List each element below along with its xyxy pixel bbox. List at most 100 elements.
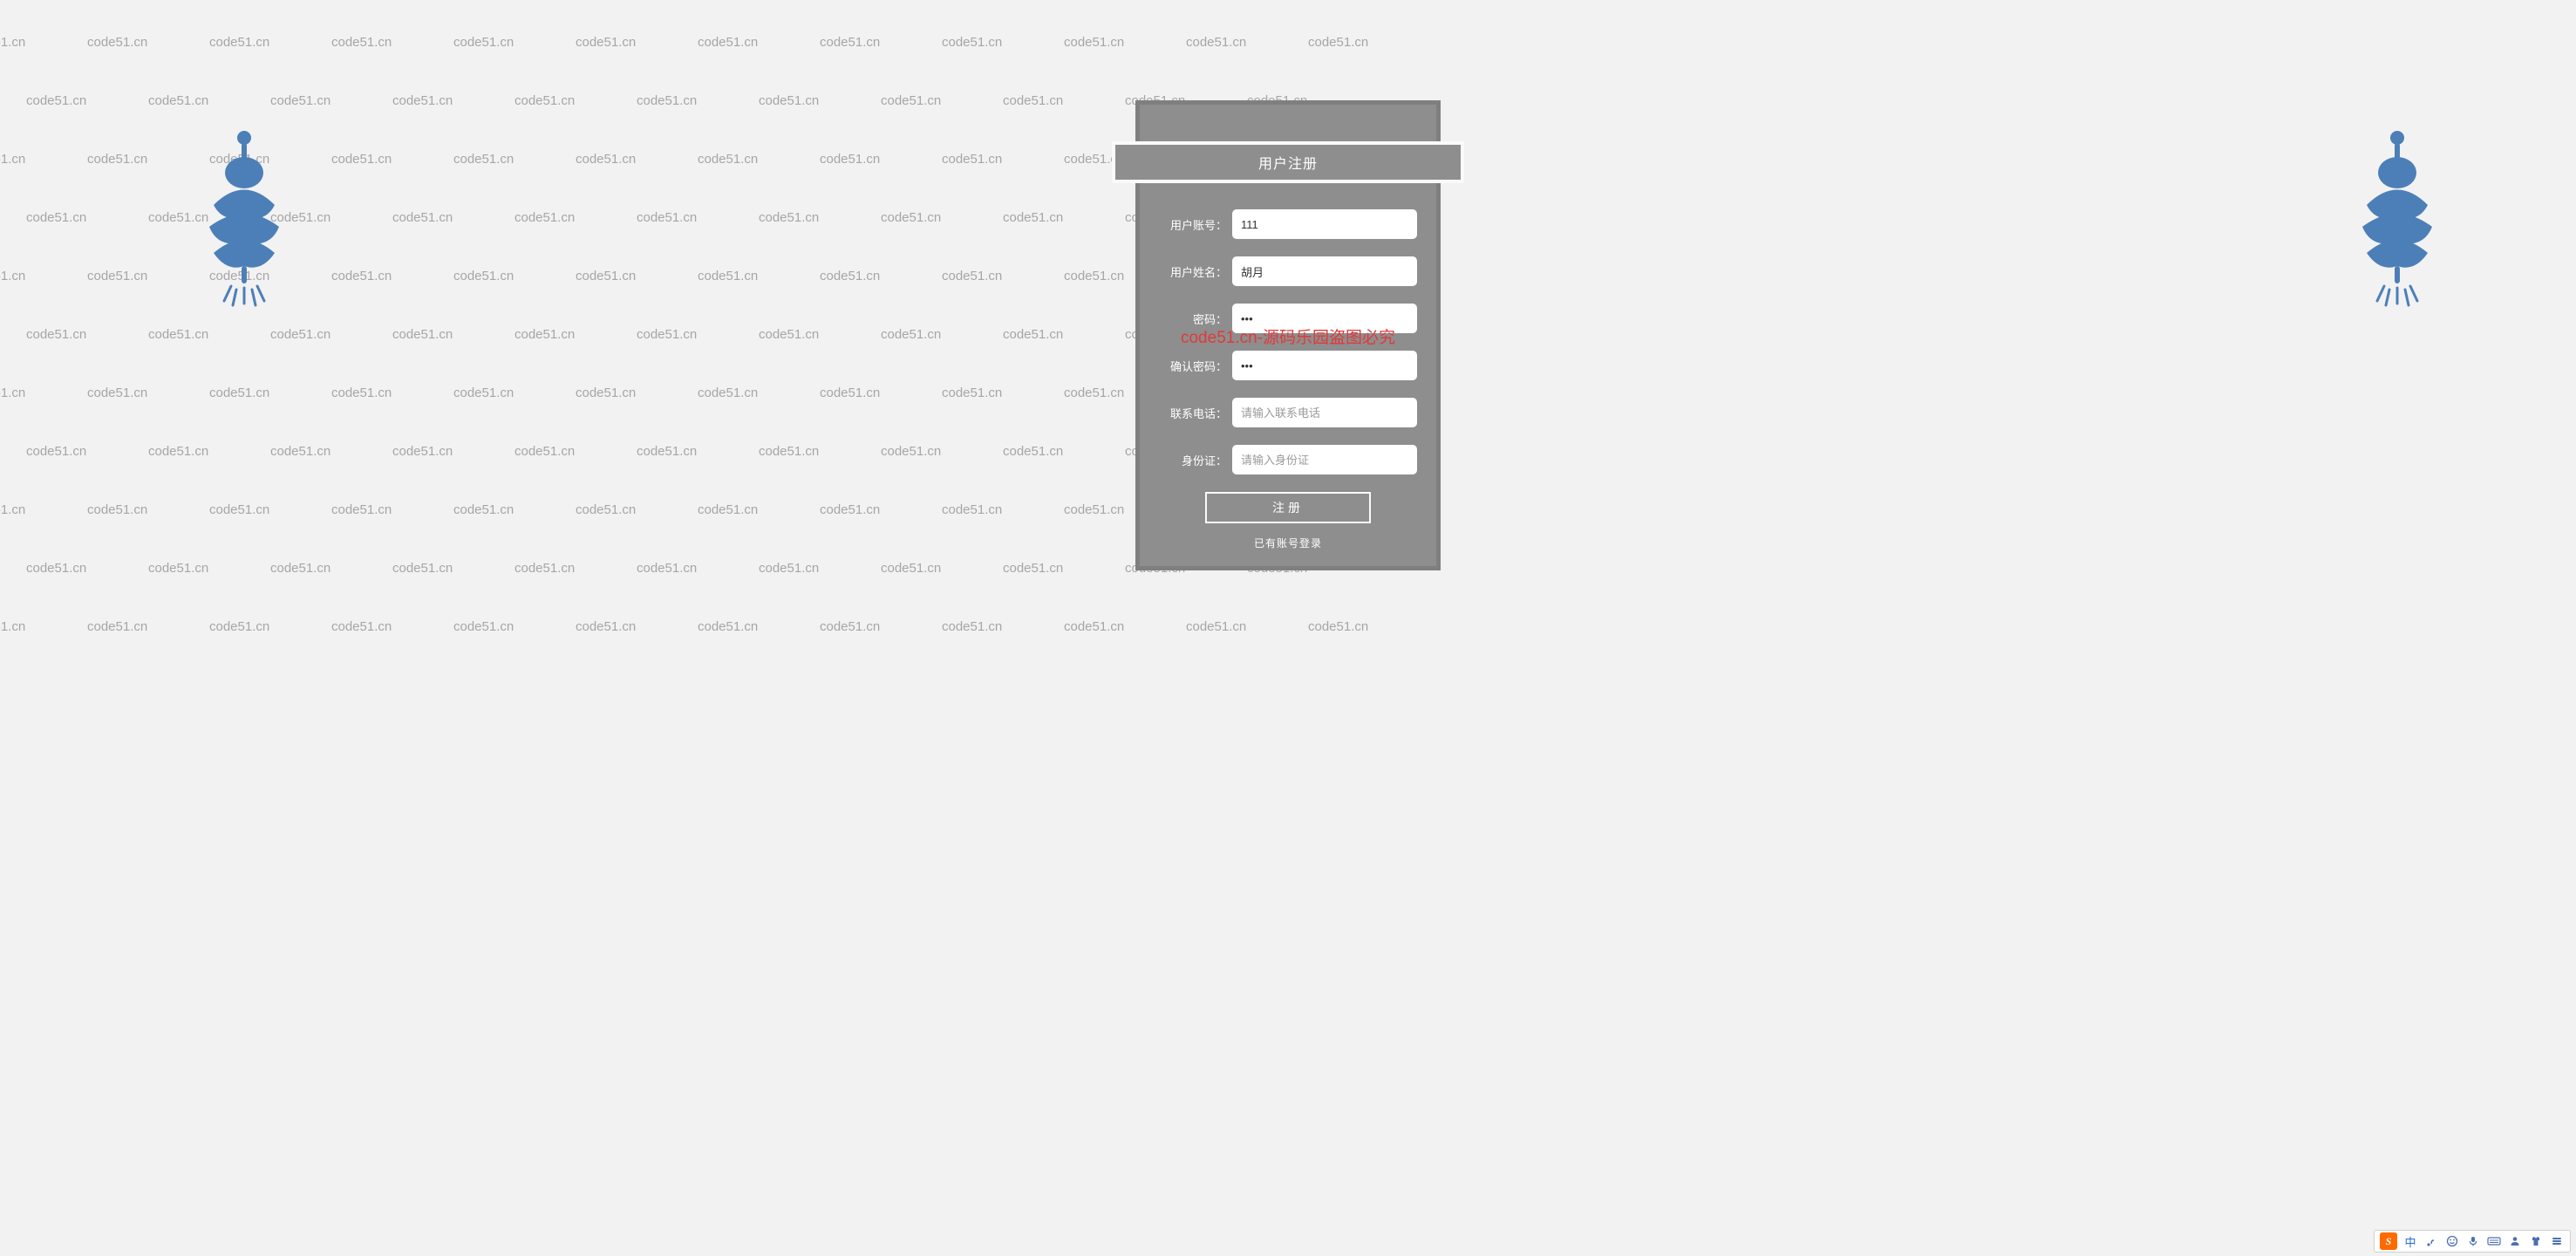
- watermark-text: code51.cn: [576, 619, 636, 634]
- watermark-text: code51.cn: [820, 386, 880, 400]
- watermark-text: code51.cn: [331, 386, 392, 400]
- watermark-text: code51.cn: [1003, 561, 1063, 576]
- row-name: 用户姓名：: [1159, 256, 1417, 286]
- label-phone: 联系电话：: [1159, 405, 1232, 421]
- watermark-text: code51.cn: [576, 386, 636, 400]
- sogou-ime-icon[interactable]: S: [2380, 1232, 2397, 1250]
- watermark-text: code51.cn: [881, 561, 941, 576]
- watermark-text: code51.cn: [1308, 619, 1368, 634]
- row-idcard: 身份证：: [1159, 445, 1417, 474]
- watermark-text: code51.cn: [331, 619, 392, 634]
- watermark-text: code51.cn: [26, 327, 86, 342]
- watermark-text: code51.cn: [1064, 619, 1124, 634]
- watermark-text: code51.cn: [1003, 93, 1063, 108]
- watermark-text: code51.cn: [148, 561, 208, 576]
- skin-icon[interactable]: [2528, 1233, 2544, 1249]
- watermark-text: code51.cn: [0, 619, 25, 634]
- watermark-text: code51.cn: [759, 210, 819, 225]
- watermark-text: code51.cn: [820, 502, 880, 517]
- watermark-text: code51.cn: [87, 386, 147, 400]
- watermark-text: code51.cn: [515, 444, 575, 459]
- emoji-icon[interactable]: [2444, 1233, 2460, 1249]
- watermark-text: code51.cn: [209, 269, 269, 283]
- label-account: 用户账号：: [1159, 216, 1232, 233]
- watermark-text: code51.cn: [392, 210, 453, 225]
- watermark-text: code51.cn: [637, 444, 697, 459]
- watermark-text: code51.cn: [820, 152, 880, 167]
- watermark-text: code51.cn: [392, 93, 453, 108]
- watermark-text: code51.cn: [270, 210, 331, 225]
- watermark-text: code51.cn: [392, 444, 453, 459]
- watermark-text: code51.cn: [0, 386, 25, 400]
- watermark-text: code51.cn: [453, 152, 514, 167]
- watermark-text: code51.cn: [1003, 327, 1063, 342]
- mic-icon[interactable]: [2465, 1233, 2481, 1249]
- watermark-text: code51.cn: [270, 93, 331, 108]
- watermark-text: code51.cn: [820, 619, 880, 634]
- watermark-text: code51.cn: [26, 561, 86, 576]
- watermark-text: code51.cn: [759, 93, 819, 108]
- watermark-text: code51.cn: [0, 502, 25, 517]
- input-name[interactable]: [1232, 256, 1417, 286]
- watermark-text: code51.cn: [881, 210, 941, 225]
- watermark-text: code51.cn: [270, 327, 331, 342]
- watermark-text: code51.cn: [148, 327, 208, 342]
- input-idcard[interactable]: [1232, 445, 1417, 474]
- watermark-text: code51.cn: [453, 502, 514, 517]
- watermark-text: code51.cn: [637, 93, 697, 108]
- keyboard-icon[interactable]: [2486, 1233, 2502, 1249]
- input-account[interactable]: [1232, 209, 1417, 239]
- watermark-text: code51.cn: [759, 444, 819, 459]
- watermark-text: code51.cn: [576, 269, 636, 283]
- label-idcard: 身份证：: [1159, 452, 1232, 468]
- login-link[interactable]: 已有账号登录: [1159, 536, 1417, 550]
- watermark-text: code51.cn: [698, 35, 758, 50]
- watermark-text: code51.cn: [270, 444, 331, 459]
- watermark-text: code51.cn: [331, 269, 392, 283]
- watermark-text: code51.cn: [1003, 210, 1063, 225]
- watermark-text: code51.cn: [148, 93, 208, 108]
- watermark-text: code51.cn: [1064, 269, 1124, 283]
- ime-lang-indicator[interactable]: 中: [2402, 1233, 2418, 1249]
- watermark-text: code51.cn: [148, 210, 208, 225]
- watermark-text: code51.cn: [1064, 386, 1124, 400]
- register-button[interactable]: 注册: [1205, 492, 1371, 523]
- input-password[interactable]: [1232, 304, 1417, 333]
- label-name: 用户姓名：: [1159, 263, 1232, 280]
- watermark-text: code51.cn: [1003, 444, 1063, 459]
- watermark-text: code51.cn: [0, 35, 25, 50]
- watermark-text: code51.cn: [270, 561, 331, 576]
- watermark-text: code51.cn: [820, 269, 880, 283]
- watermark-text: code51.cn: [0, 269, 25, 283]
- watermark-text: code51.cn: [576, 152, 636, 167]
- row-confirm: 确认密码：: [1159, 351, 1417, 380]
- input-confirm-password[interactable]: [1232, 351, 1417, 380]
- watermark-text: code51.cn: [209, 386, 269, 400]
- watermark-text: code51.cn: [942, 269, 1002, 283]
- watermark-text: code51.cn: [515, 561, 575, 576]
- watermark-text: code51.cn: [1064, 502, 1124, 517]
- watermark-text: code51.cn: [698, 269, 758, 283]
- watermark-text: code51.cn: [698, 152, 758, 167]
- watermark-text: code51.cn: [1308, 35, 1368, 50]
- settings-icon[interactable]: [2549, 1233, 2565, 1249]
- watermark-text: code51.cn: [87, 269, 147, 283]
- watermark-text: code51.cn: [392, 561, 453, 576]
- watermark-text: code51.cn: [1186, 619, 1246, 634]
- watermark-text: code51.cn: [392, 327, 453, 342]
- watermark-text: code51.cn: [515, 210, 575, 225]
- watermark-text: code51.cn: [26, 93, 86, 108]
- watermark-text: code51.cn: [942, 619, 1002, 634]
- watermark-text: code51.cn: [698, 619, 758, 634]
- row-password: 密码：: [1159, 304, 1417, 333]
- watermark-text: code51.cn: [942, 386, 1002, 400]
- watermark-text: code51.cn: [637, 327, 697, 342]
- watermark-text: code51.cn: [698, 502, 758, 517]
- watermark-text: code51.cn: [576, 502, 636, 517]
- person-icon[interactable]: [2507, 1233, 2523, 1249]
- watermark-text: code51.cn: [87, 35, 147, 50]
- punct-icon[interactable]: [2423, 1233, 2439, 1249]
- watermark-text: code51.cn: [87, 152, 147, 167]
- input-phone[interactable]: [1232, 398, 1417, 427]
- watermark-text: code51.cn: [698, 386, 758, 400]
